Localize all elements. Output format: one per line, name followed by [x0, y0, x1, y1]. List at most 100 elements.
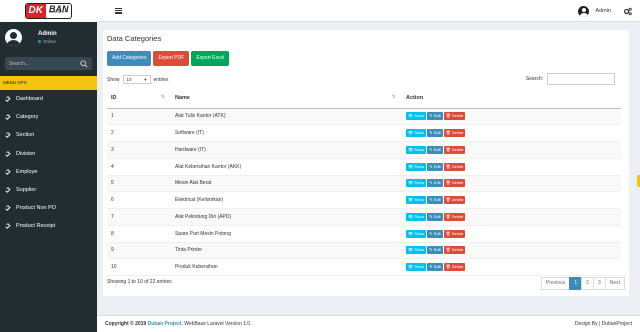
- edit-button[interactable]: ✎ Edit: [427, 229, 443, 238]
- edit-button[interactable]: ✎ Edit: [427, 129, 443, 138]
- cell-name: Alat Pelindung Diri (APD): [171, 208, 402, 226]
- edit-button[interactable]: ✎ Edit: [427, 145, 443, 154]
- link-icon: [5, 205, 11, 212]
- length-select[interactable]: 10 ▾: [122, 75, 151, 84]
- sort-icon: ⇅: [160, 94, 165, 100]
- edit-button[interactable]: ✎ Edit: [427, 246, 443, 255]
- pagination-previous[interactable]: Previous: [540, 277, 571, 290]
- data-box: Data Categories Add Categories Export PD…: [103, 30, 629, 296]
- cell-actions: 👁 Show ✎ Edit 🗑 Delete: [402, 158, 621, 176]
- cell-id: 4: [107, 158, 171, 176]
- topbar: Admin: [97, 0, 640, 22]
- show-button[interactable]: 👁 Show: [406, 129, 427, 138]
- table-row: 10 Produk Kebersihan 👁 Show ✎ Edit 🗑 Delete: [107, 258, 621, 276]
- show-button[interactable]: 👁 Show: [406, 246, 427, 255]
- edit-button[interactable]: ✎ Edit: [427, 263, 443, 272]
- edit-button[interactable]: ✎ Edit: [427, 179, 443, 188]
- delete-button[interactable]: 🗑 Delete: [443, 229, 466, 238]
- user-panel: Admin Online: [0, 22, 97, 52]
- show-button[interactable]: 👁 Show: [406, 179, 427, 188]
- cell-actions: 👁 Show ✎ Edit 🗑 Delete: [402, 208, 621, 226]
- menu-header: MENU DPS: [0, 76, 97, 90]
- sidebar-item-dashboard[interactable]: Dashboard: [0, 90, 97, 108]
- cell-actions: 👁 Show ✎ Edit 🗑 Delete: [402, 191, 621, 209]
- gears-icon[interactable]: [623, 7, 632, 16]
- user-avatar-icon[interactable]: [578, 5, 590, 17]
- categories-table: ID ⇅ Name ⇅ Action 1 Alat Tulis Kantor (ATK…: [107, 88, 621, 276]
- delete-button[interactable]: 🗑 Delete: [443, 179, 466, 188]
- column-header-name[interactable]: Name ⇅: [171, 88, 402, 109]
- show-button[interactable]: 👁 Show: [406, 263, 427, 272]
- cell-actions: 👁 Show ✎ Edit 🗑 Delete: [402, 242, 621, 260]
- search-icon[interactable]: [80, 59, 88, 68]
- table-info: Showing 1 to 10 of 22 entries: [107, 279, 172, 285]
- delete-button[interactable]: 🗑 Delete: [443, 212, 466, 221]
- cell-name: Produk Kebersihan: [171, 258, 402, 276]
- pagination: Previous 1 2 3 Next: [540, 277, 625, 290]
- delete-button[interactable]: 🗑 Delete: [443, 162, 466, 171]
- edit-button[interactable]: ✎ Edit: [427, 196, 443, 205]
- footer: Copyright © 2019 Duban Project. WebBase …: [97, 315, 640, 332]
- edit-button[interactable]: ✎ Edit: [427, 112, 443, 121]
- sidebar-item-division[interactable]: Division: [0, 145, 97, 163]
- cell-name: Elektrical (Kelistrikan): [171, 191, 402, 209]
- show-button[interactable]: 👁 Show: [406, 229, 427, 238]
- cell-id: 10: [107, 258, 171, 276]
- delete-button[interactable]: 🗑 Delete: [443, 246, 466, 255]
- footer-link[interactable]: Duban Project.: [148, 321, 183, 327]
- sidebar-item-product-non-po[interactable]: Product Non PO: [0, 199, 97, 217]
- sidebar-item-supplier[interactable]: Supplier: [0, 181, 97, 199]
- table-row: 7 Alat Pelindung Diri (APD) 👁 Show ✎ Edit 🗑 …: [107, 208, 621, 226]
- table-row: 9 Tinta Printer 👁 Show ✎ Edit 🗑 Delete: [107, 242, 621, 260]
- logo-area[interactable]: DK BAN PROJECT: [0, 0, 97, 22]
- length-show-label: Show: [107, 76, 120, 83]
- cell-id: 3: [107, 141, 171, 159]
- show-button[interactable]: 👁 Show: [406, 145, 427, 154]
- pagination-next[interactable]: Next: [604, 277, 625, 290]
- cell-name: Alat Kebersihan Kantor (AKK): [171, 158, 402, 176]
- delete-button[interactable]: 🗑 Delete: [443, 263, 466, 272]
- show-button[interactable]: 👁 Show: [406, 112, 427, 121]
- export-pdf-button[interactable]: Export PDF: [153, 51, 190, 66]
- show-button[interactable]: 👁 Show: [406, 196, 427, 205]
- sidebar-item-product-receipt[interactable]: Product Receipt: [0, 217, 97, 235]
- cell-actions: 👁 Show ✎ Edit 🗑 Delete: [402, 175, 621, 193]
- column-header-action: Action: [402, 88, 621, 109]
- table-search-input[interactable]: [547, 73, 615, 85]
- table-row: 3 Hardware (IT) 👁 Show ✎ Edit 🗑 Delete: [107, 141, 621, 159]
- show-button[interactable]: 👁 Show: [406, 212, 427, 221]
- sort-icon: ⇅: [391, 94, 396, 100]
- logo-part-2: BAN PROJECT: [48, 4, 69, 14]
- link-icon: [5, 223, 11, 230]
- sidebar-menu: Dashboard Category Section Division Empl…: [0, 90, 97, 236]
- delete-button[interactable]: 🗑 Delete: [443, 129, 466, 138]
- cell-actions: 👁 Show ✎ Edit 🗑 Delete: [402, 141, 621, 159]
- edit-button[interactable]: ✎ Edit: [427, 212, 443, 221]
- table-row: 1 Alat Tulis Kantor (ATK) 👁 Show ✎ Edit 🗑 De…: [107, 108, 621, 126]
- sidebar-search-input[interactable]: [9, 60, 69, 67]
- cell-id: 1: [107, 108, 171, 126]
- edit-button[interactable]: ✎ Edit: [427, 162, 443, 171]
- delete-button[interactable]: 🗑 Delete: [443, 145, 466, 154]
- cell-id: 8: [107, 225, 171, 243]
- cell-name: Alat Tulis Kantor (ATK): [171, 108, 402, 126]
- cell-actions: 👁 Show ✎ Edit 🗑 Delete: [402, 124, 621, 142]
- cell-actions: 👁 Show ✎ Edit 🗑 Delete: [402, 108, 621, 126]
- export-excel-button[interactable]: Export Excel: [191, 51, 230, 66]
- topbar-user-name[interactable]: Admin: [595, 8, 611, 14]
- column-header-id[interactable]: ID ⇅: [107, 88, 171, 109]
- table-filter: Search:: [526, 73, 615, 85]
- show-button[interactable]: 👁 Show: [406, 162, 427, 171]
- hamburger-icon[interactable]: [115, 7, 122, 14]
- link-icon: [5, 114, 11, 121]
- delete-button[interactable]: 🗑 Delete: [443, 112, 466, 121]
- add-categories-button[interactable]: Add Categories: [107, 51, 152, 66]
- delete-button[interactable]: 🗑 Delete: [443, 196, 466, 205]
- cell-actions: 👁 Show ✎ Edit 🗑 Delete: [402, 258, 621, 276]
- logo-part-1: DK: [25, 4, 46, 18]
- table-row: 4 Alat Kebersihan Kantor (AKK) 👁 Show ✎ Edi…: [107, 158, 621, 176]
- sidebar-item-employe[interactable]: Employe: [0, 163, 97, 181]
- sidebar-item-section[interactable]: Section: [0, 126, 97, 144]
- sidebar-item-category[interactable]: Category: [0, 108, 97, 126]
- footer-design: Design By | DubanProject: [574, 321, 632, 327]
